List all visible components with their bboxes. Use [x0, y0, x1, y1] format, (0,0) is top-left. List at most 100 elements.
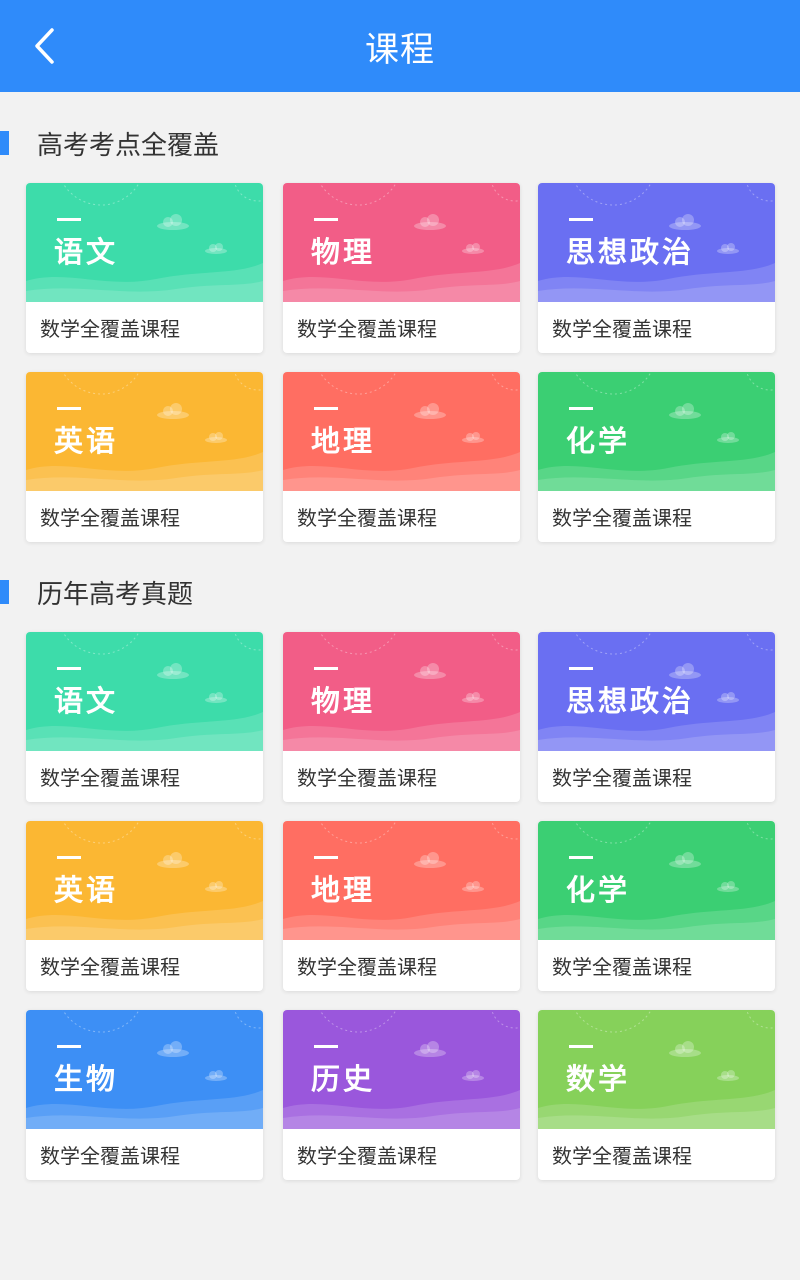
course-subject: 语文	[54, 684, 119, 718]
cloud-icon	[414, 403, 446, 419]
course-card[interactable]: 化学数学全覆盖课程	[538, 821, 775, 991]
course-subject: 物理	[311, 235, 376, 269]
card-banner: 物理	[283, 632, 520, 751]
course-description: 数学全覆盖课程	[297, 506, 437, 530]
top-app-bar: 课程	[0, 0, 800, 92]
card-banner: 化学	[538, 372, 775, 491]
cloud-icon	[717, 881, 739, 892]
card-banner: 地理	[283, 821, 520, 940]
course-description: 数学全覆盖课程	[297, 766, 437, 790]
title-dash	[569, 667, 593, 670]
cloud-icon	[414, 663, 446, 679]
course-description: 数学全覆盖课程	[552, 955, 692, 979]
course-subject: 地理	[311, 424, 376, 458]
course-card[interactable]: 物理数学全覆盖课程	[283, 183, 520, 353]
cloud-icon	[462, 881, 484, 892]
course-description: 数学全覆盖课程	[40, 766, 180, 790]
course-subject: 化学	[566, 873, 631, 907]
section-header-past-exams: 历年高考真题	[0, 572, 193, 612]
course-subject: 数学	[566, 1062, 631, 1096]
page-title: 课程	[365, 29, 435, 70]
title-dash	[57, 856, 81, 859]
card-banner: 思想政治	[538, 632, 775, 751]
card-banner: 地理	[283, 372, 520, 491]
course-card[interactable]: 地理数学全覆盖课程	[283, 372, 520, 542]
course-subject: 历史	[311, 1062, 376, 1096]
card-banner: 数学	[538, 1010, 775, 1129]
cloud-icon	[205, 1070, 227, 1081]
card-banner: 英语	[26, 821, 263, 940]
cloud-icon	[414, 214, 446, 230]
cloud-icon	[462, 243, 484, 254]
course-subject: 化学	[566, 424, 631, 458]
cloud-icon	[717, 243, 739, 254]
course-subject: 英语	[54, 424, 119, 458]
cloud-icon	[717, 432, 739, 443]
course-card[interactable]: 英语数学全覆盖课程	[26, 821, 263, 991]
course-description: 数学全覆盖课程	[297, 317, 437, 341]
course-description: 数学全覆盖课程	[40, 317, 180, 341]
cloud-icon	[157, 852, 189, 868]
title-dash	[314, 667, 338, 670]
course-card[interactable]: 英语数学全覆盖课程	[26, 372, 263, 542]
title-dash	[57, 667, 81, 670]
course-card[interactable]: 思想政治数学全覆盖课程	[538, 183, 775, 353]
course-description: 数学全覆盖课程	[552, 1144, 692, 1168]
course-card[interactable]: 历史 数学全覆盖课程	[283, 1010, 520, 1180]
cloud-icon	[669, 403, 701, 419]
card-banner: 生物	[26, 1010, 263, 1129]
cloud-icon	[414, 1041, 446, 1057]
course-description: 数学全覆盖课程	[297, 955, 437, 979]
cloud-icon	[669, 214, 701, 230]
course-subject: 英语	[54, 873, 119, 907]
title-dash	[57, 1045, 81, 1048]
course-card[interactable]: 语文 数学全覆盖课程	[26, 183, 263, 353]
cloud-icon	[205, 692, 227, 703]
course-description: 数学全覆盖课程	[552, 766, 692, 790]
section-accent-bar	[0, 131, 9, 155]
cloud-icon	[462, 432, 484, 443]
course-description: 数学全覆盖课程	[552, 506, 692, 530]
course-card[interactable]: 物理数学全覆盖课程	[283, 632, 520, 802]
section-header-key-points: 高考考点全覆盖	[0, 123, 219, 163]
section-title: 高考考点全覆盖	[37, 130, 220, 161]
course-description: 数学全覆盖课程	[40, 1144, 180, 1168]
card-banner: 物理	[283, 183, 520, 302]
course-description: 数学全覆盖课程	[552, 317, 692, 341]
title-dash	[314, 856, 338, 859]
title-dash	[569, 218, 593, 221]
cloud-icon	[157, 403, 189, 419]
card-banner: 思想政治	[538, 183, 775, 302]
title-dash	[569, 856, 593, 859]
title-dash	[57, 407, 81, 410]
cloud-icon	[157, 1041, 189, 1057]
course-subject: 物理	[311, 684, 376, 718]
title-dash	[569, 407, 593, 410]
course-card[interactable]: 化学数学全覆盖课程	[538, 372, 775, 542]
course-card[interactable]: 地理数学全覆盖课程	[283, 821, 520, 991]
title-dash	[57, 218, 81, 221]
course-subject: 生物	[54, 1062, 119, 1096]
cloud-icon	[669, 1041, 701, 1057]
cloud-icon	[717, 1070, 739, 1081]
course-card[interactable]: 语文数学全覆盖课程	[26, 632, 263, 802]
section-title: 历年高考真题	[37, 579, 194, 610]
cloud-icon	[157, 214, 189, 230]
course-card[interactable]: 数学数学全覆盖课程	[538, 1010, 775, 1180]
cloud-icon	[157, 663, 189, 679]
back-button[interactable]	[22, 22, 66, 70]
course-description: 数学全覆盖课程	[40, 506, 180, 530]
course-description: 数学全覆盖课程	[40, 955, 180, 979]
card-banner: 化学	[538, 821, 775, 940]
course-card[interactable]: 思想政治数学全覆盖课程	[538, 632, 775, 802]
cloud-icon	[717, 692, 739, 703]
title-dash	[314, 218, 338, 221]
card-banner: 语文	[26, 632, 263, 751]
cloud-icon	[205, 243, 227, 254]
title-dash	[314, 1045, 338, 1048]
course-subject: 思想政治	[566, 235, 695, 269]
cloud-icon	[669, 852, 701, 868]
course-subject: 思想政治	[566, 684, 695, 718]
section-accent-bar	[0, 580, 9, 604]
course-card[interactable]: 生物数学全覆盖课程	[26, 1010, 263, 1180]
